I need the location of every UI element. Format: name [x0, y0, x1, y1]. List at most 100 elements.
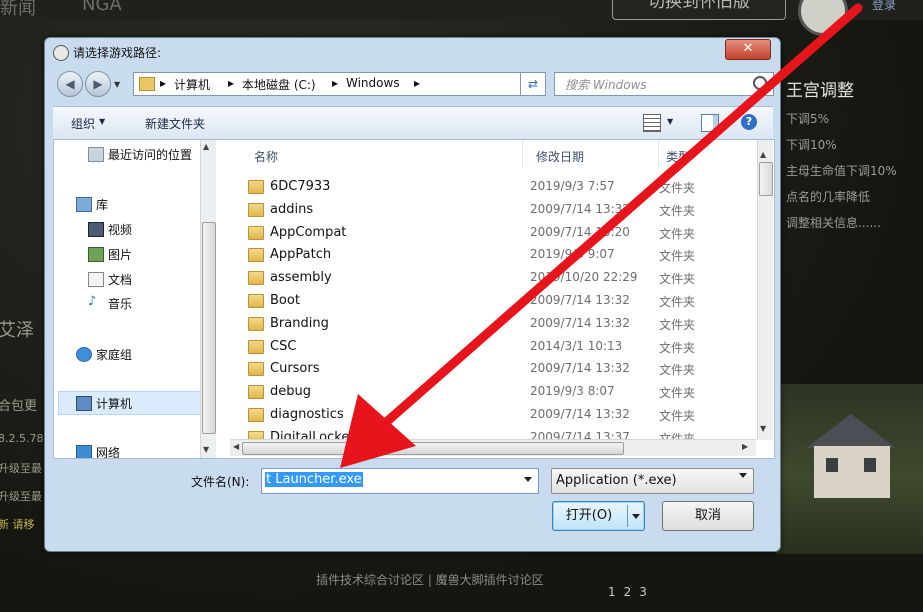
- pager[interactable]: 123: [608, 585, 655, 599]
- nav-item-library[interactable]: 库: [76, 196, 108, 213]
- column-date[interactable]: 修改日期: [536, 148, 584, 165]
- file-list: 名称 ^ 修改日期 类型 6DC7933 2019/9/3 7:57 文件夹 addi…: [230, 140, 774, 458]
- filename-value[interactable]: t Launcher.exe: [265, 472, 363, 487]
- bg-tab-news[interactable]: 新闻: [0, 0, 36, 20]
- recent-dropdown-icon[interactable]: ▼: [114, 80, 120, 89]
- file-open-dialog: 请选择游戏路径: ✕ ◀ ▶ ▼ ▸ 计算机 ▸ 本地磁盘 (C:) ▸ Win…: [44, 37, 781, 552]
- folder-icon: [248, 339, 264, 354]
- file-row[interactable]: Cursors 2009/7/14 13:32 文件夹: [248, 358, 768, 380]
- organize-dropdown-icon[interactable]: ▼: [99, 117, 105, 126]
- search-input[interactable]: 搜索 Windows: [554, 72, 774, 96]
- scroll-right-icon[interactable]: ▶: [742, 442, 748, 451]
- file-row[interactable]: AppCompat 2009/7/14 13:20 文件夹: [248, 222, 768, 244]
- file-type: 文件夹: [659, 363, 696, 378]
- bg-tab-nga[interactable]: NGA: [82, 0, 122, 15]
- page-number[interactable]: 2: [624, 585, 640, 599]
- file-name: Branding: [270, 315, 329, 331]
- horizontal-scroll-thumb[interactable]: [242, 442, 624, 455]
- breadcrumb-drive-c[interactable]: 本地磁盘 (C:): [242, 76, 316, 93]
- login-link[interactable]: 登录: [872, 0, 896, 13]
- folder-icon: [248, 362, 264, 377]
- address-bar[interactable]: ▸ 计算机 ▸ 本地磁盘 (C:) ▸ Windows ▸ ▼: [133, 72, 545, 96]
- file-type-value: Application (*.exe): [556, 473, 677, 488]
- nav-item-music[interactable]: ♪ 音乐: [88, 295, 132, 312]
- column-separator[interactable]: [658, 140, 659, 168]
- sort-ascending-icon: ^: [422, 140, 430, 146]
- column-type[interactable]: 类型: [666, 148, 690, 165]
- nav-item-homegroup[interactable]: 家庭组: [76, 346, 132, 363]
- nav-item-video[interactable]: 视频: [88, 221, 132, 238]
- nav-item-pictures[interactable]: 图片: [88, 246, 132, 263]
- panel-line: 下调10%: [786, 138, 837, 152]
- open-dropdown-icon[interactable]: [632, 514, 640, 519]
- breadcrumb-computer[interactable]: 计算机: [174, 76, 210, 93]
- view-options-icon[interactable]: [643, 114, 661, 132]
- address-row: ◀ ▶ ▼ ▸ 计算机 ▸ 本地磁盘 (C:) ▸ Windows ▸ ▼ ⇄ …: [53, 70, 774, 98]
- page-number[interactable]: 1: [608, 585, 624, 599]
- breadcrumb-windows[interactable]: Windows: [346, 76, 400, 90]
- chevron-right-icon[interactable]: ▸: [228, 76, 234, 90]
- file-row[interactable]: AppPatch 2019/9/3 9:07 文件夹: [248, 244, 768, 266]
- dialog-titlebar[interactable]: 请选择游戏路径: ✕: [45, 38, 780, 66]
- file-row[interactable]: addins 2009/7/14 13:32 文件夹: [248, 199, 768, 221]
- file-row[interactable]: Branding 2009/7/14 13:32 文件夹: [248, 313, 768, 335]
- footer-links[interactable]: 插件技术综合讨论区 | 魔兽大脚插件讨论区: [316, 571, 544, 588]
- folder-icon: [248, 294, 264, 308]
- file-list-scrollbar[interactable]: ▲ ▼: [757, 140, 773, 440]
- file-row[interactable]: Boot 2009/7/14 13:32 文件夹: [248, 290, 768, 312]
- panel-title: 王宫调整: [786, 81, 854, 101]
- open-button-label: 打开(O): [565, 508, 613, 523]
- filter-dropdown-icon[interactable]: [739, 473, 747, 478]
- filename-input[interactable]: t Launcher.exe: [261, 468, 539, 494]
- file-scroll-thumb[interactable]: [759, 162, 773, 196]
- nav-item-label: 网络: [96, 446, 121, 458]
- chevron-right-icon[interactable]: ▸: [414, 76, 420, 90]
- nav-item-network[interactable]: 网络: [76, 444, 121, 458]
- page-number[interactable]: 3: [639, 585, 655, 599]
- chevron-right-icon[interactable]: ▸: [332, 76, 338, 90]
- file-row[interactable]: diagnostics 2009/7/14 13:32 文件夹: [248, 404, 768, 426]
- search-icon[interactable]: [753, 76, 767, 90]
- search-placeholder: 搜索 Windows: [565, 78, 647, 92]
- file-name: AppPatch: [270, 247, 332, 263]
- scroll-down-icon[interactable]: ▼: [203, 445, 209, 454]
- column-separator[interactable]: [522, 140, 523, 168]
- scroll-down-icon[interactable]: ▼: [760, 424, 766, 433]
- switch-classic-button[interactable]: 切换到怀旧版: [612, 0, 786, 20]
- nav-item-documents[interactable]: 文档: [88, 271, 132, 288]
- nav-item-computer[interactable]: 计算机: [76, 395, 132, 412]
- view-dropdown-icon[interactable]: ▼: [667, 117, 673, 126]
- scroll-left-icon[interactable]: ◀: [233, 442, 239, 451]
- nav-scroll-thumb[interactable]: [202, 222, 216, 434]
- refresh-icon[interactable]: ⇄: [520, 72, 546, 96]
- nav-scrollbar[interactable]: ▲ ▼: [200, 140, 216, 458]
- cancel-button[interactable]: 取消: [662, 501, 754, 531]
- open-button[interactable]: 打开(O): [552, 501, 645, 531]
- filename-dropdown-icon[interactable]: [524, 477, 532, 482]
- file-date: 2009/7/14 13:20: [530, 224, 630, 239]
- file-row[interactable]: debug 2019/9/3 8:07 文件夹: [248, 381, 768, 403]
- nav-item-recent[interactable]: 最近访问的位置: [88, 146, 192, 163]
- bg-left-text: 升级至最: [0, 490, 42, 503]
- file-name: CSC: [270, 338, 297, 354]
- close-button[interactable]: ✕: [725, 39, 771, 60]
- preview-pane-icon[interactable]: [701, 114, 719, 132]
- file-row[interactable]: assembly 2019/10/20 22:29 文件夹: [248, 267, 768, 289]
- column-name[interactable]: 名称: [254, 148, 278, 165]
- folder-icon: [248, 408, 264, 422]
- forward-button[interactable]: ▶: [85, 71, 111, 97]
- horizontal-scrollbar[interactable]: ◀ ▶: [230, 439, 756, 456]
- file-type: 文件夹: [659, 203, 696, 218]
- scroll-up-icon[interactable]: ▲: [760, 150, 766, 159]
- file-row[interactable]: CSC 2014/3/1 10:13 文件夹: [248, 336, 768, 358]
- chevron-right-icon[interactable]: ▸: [160, 76, 166, 90]
- file-type-select[interactable]: Application (*.exe): [551, 468, 754, 494]
- file-type: 文件夹: [659, 249, 696, 264]
- scroll-up-icon[interactable]: ▲: [203, 142, 209, 151]
- back-button[interactable]: ◀: [57, 71, 83, 97]
- help-icon[interactable]: ?: [741, 114, 757, 130]
- folder-icon: [248, 385, 264, 400]
- file-row[interactable]: 6DC7933 2019/9/3 7:57 文件夹: [248, 176, 768, 198]
- new-folder-button[interactable]: 新建文件夹: [145, 115, 205, 132]
- organize-button[interactable]: 组织: [71, 115, 95, 132]
